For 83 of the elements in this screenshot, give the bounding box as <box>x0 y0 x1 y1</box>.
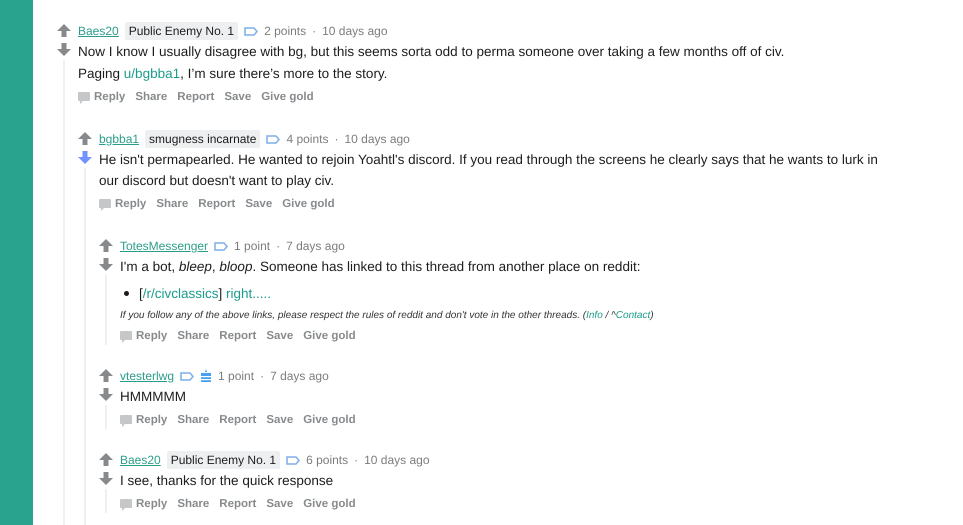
cake-icon <box>200 369 212 383</box>
downvote-icon[interactable] <box>78 151 92 164</box>
link[interactable]: Info <box>586 310 603 321</box>
action-button[interactable]: Share <box>156 196 188 214</box>
timestamp: 10 days ago <box>364 452 430 469</box>
tag-icon[interactable] <box>214 242 228 250</box>
action-button[interactable]: Reply <box>78 89 126 107</box>
action-button[interactable]: Report <box>177 89 214 107</box>
comment-text: I see, thanks for the quick response <box>120 472 334 490</box>
timestamp: 7 days ago <box>286 238 345 255</box>
points-count: 1 point <box>234 238 270 255</box>
user-flair: Public Enemy No. 1 <box>124 22 238 40</box>
action-button[interactable]: Report <box>219 496 256 514</box>
tag-icon[interactable] <box>286 456 300 464</box>
upvote-icon[interactable] <box>99 239 113 252</box>
action-button[interactable]: Save <box>245 196 272 214</box>
separator: · <box>334 131 338 148</box>
username[interactable]: Baes20 <box>78 22 119 40</box>
comment-icon <box>78 92 90 104</box>
points-count: 1 point <box>218 368 254 385</box>
separator: · <box>354 452 358 469</box>
tag-icon[interactable] <box>180 372 194 380</box>
action-button[interactable]: Share <box>177 496 210 514</box>
comment-icon <box>120 499 132 511</box>
action-button[interactable]: Report <box>219 328 256 346</box>
username[interactable]: TotesMessenger <box>120 237 208 255</box>
comment-icon <box>120 415 132 427</box>
timestamp: 10 days ago <box>344 131 410 148</box>
separator: · <box>276 238 280 255</box>
link[interactable]: Contact <box>616 310 650 321</box>
action-button[interactable]: Reply <box>120 328 168 346</box>
username[interactable]: vtesterlwg <box>120 367 174 385</box>
tag-icon[interactable] <box>244 26 258 36</box>
action-button[interactable]: Report <box>219 412 256 430</box>
action-button[interactable]: Share <box>135 89 168 107</box>
comment-text: He isn't permapearled. He wanted to rejoin Yoahtl's discord. If you read through the screens he clearly says that he wants to lurk in our discord but doesn't want to play civ. <box>99 151 879 190</box>
link[interactable]: u/bgbba1 <box>124 66 180 81</box>
comment-icon <box>99 199 111 211</box>
points-count: 4 points <box>286 131 328 148</box>
action-button[interactable]: Save <box>266 496 294 514</box>
comment-icon <box>120 331 132 343</box>
comment-text: Now I know I usually disagree with bg, but this seems sorta odd to perma someone over taking a few months off of civ. <box>78 43 786 61</box>
points-count: 6 points <box>306 452 348 469</box>
list-item: [/r/civclassics] right..... <box>139 285 272 303</box>
downvote-icon[interactable] <box>99 388 113 401</box>
downvote-icon[interactable] <box>99 472 113 485</box>
upvote-icon[interactable] <box>99 369 113 382</box>
separator: · <box>312 23 316 40</box>
link[interactable]: right..... <box>226 286 272 301</box>
upvote-icon[interactable] <box>57 24 71 37</box>
timestamp: 10 days ago <box>322 23 388 40</box>
action-button[interactable]: Give gold <box>282 196 335 214</box>
downvote-icon[interactable] <box>57 43 71 56</box>
action-button[interactable]: Report <box>198 196 236 214</box>
action-button[interactable]: Save <box>266 412 294 430</box>
upvote-icon[interactable] <box>78 132 92 145</box>
action-button[interactable]: Reply <box>120 412 168 430</box>
user-flair: Public Enemy No. 1 <box>166 451 280 469</box>
action-button[interactable]: Give gold <box>261 89 314 107</box>
action-button[interactable]: Give gold <box>303 496 356 514</box>
username[interactable]: bgbba1 <box>99 130 140 148</box>
footnote-text: If you follow any of the above links, please respect the rules of reddit and don't vote in the other threads. (Info / ^Contact) <box>120 309 655 323</box>
action-button[interactable]: Reply <box>120 496 168 514</box>
user-flair: smugness incarnate <box>145 130 260 148</box>
points-count: 2 points <box>264 23 306 40</box>
action-button[interactable]: Share <box>177 328 210 346</box>
action-button[interactable]: Give gold <box>303 328 356 346</box>
link[interactable]: /r/civclassics <box>142 286 219 301</box>
separator: · <box>260 368 264 385</box>
tag-icon[interactable] <box>266 134 280 144</box>
bullet-icon <box>124 291 129 296</box>
action-button[interactable]: Save <box>224 89 252 107</box>
comment-text: I'm a bot, bleep, bloop. Someone has linked to this thread from another place on reddit: <box>120 258 642 276</box>
upvote-icon[interactable] <box>99 453 113 466</box>
comment-text: HMMMMM <box>120 388 187 406</box>
username[interactable]: Baes20 <box>120 451 161 469</box>
action-button[interactable]: Save <box>266 328 294 346</box>
action-button[interactable]: Share <box>177 412 210 430</box>
comment-text: Paging u/bgbba1, I’m sure there’s more to the story. <box>78 65 388 83</box>
action-button[interactable]: Give gold <box>303 412 356 430</box>
timestamp: 7 days ago <box>270 368 329 385</box>
downvote-icon[interactable] <box>99 258 113 271</box>
action-button[interactable]: Reply <box>99 196 146 214</box>
